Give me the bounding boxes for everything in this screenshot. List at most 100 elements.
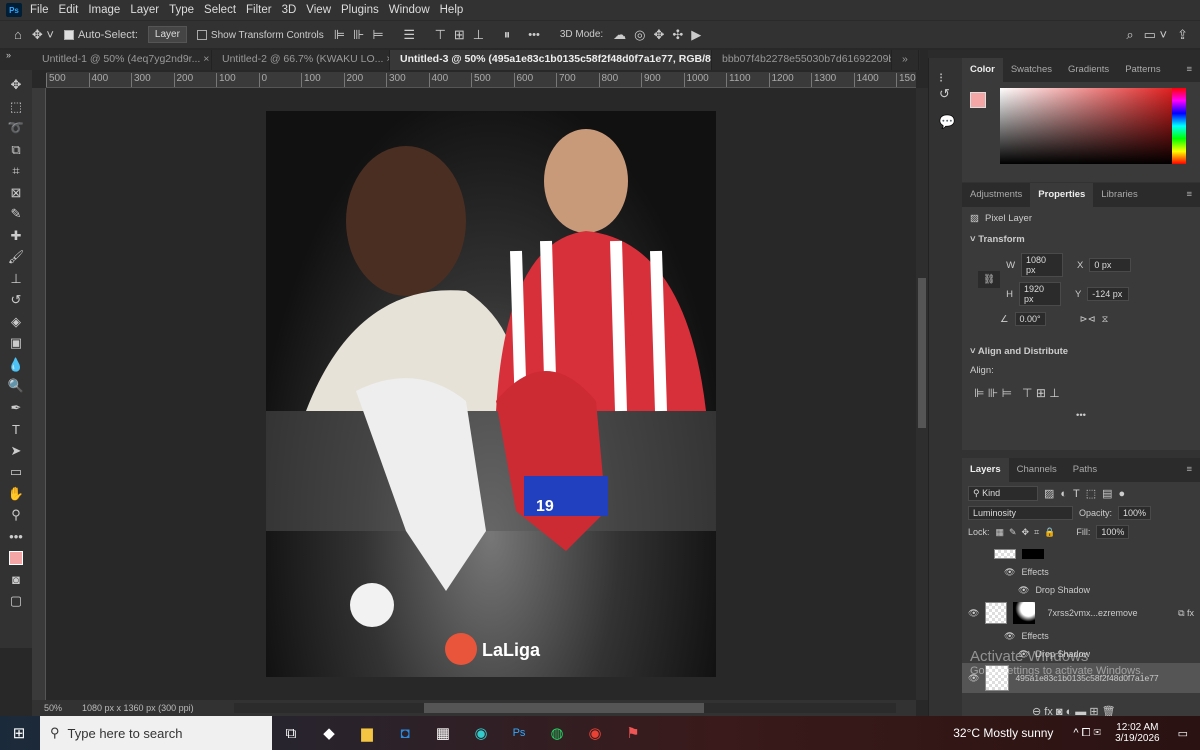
link-icon[interactable]: ⛓ bbox=[978, 271, 1001, 288]
filter-icons[interactable]: ▨◐T⬚▤● bbox=[1044, 487, 1131, 500]
more-align-button[interactable]: ••• bbox=[970, 410, 1192, 421]
tab-untitled-3[interactable]: Untitled-3 @ 50% (495a1e83c1b0135c58f2f4… bbox=[390, 50, 712, 70]
whatsapp-icon[interactable]: ◍ bbox=[538, 716, 576, 750]
height-field[interactable]: 1920 px bbox=[1018, 282, 1061, 306]
tab-bbb07[interactable]: bbb07f4b2278e55030b7d61692209bb0. bbox=[712, 50, 892, 70]
menu-select[interactable]: Select bbox=[204, 4, 236, 16]
flip-vertical-icon[interactable]: ⧖ bbox=[1102, 314, 1109, 325]
taskbar-search[interactable]: ⚲ Type here to search bbox=[40, 716, 272, 750]
x-field[interactable]: 0 px bbox=[1089, 258, 1132, 272]
store-icon[interactable]: ▦ bbox=[424, 716, 462, 750]
document-info[interactable]: 1080 px x 1360 px (300 ppi) bbox=[82, 703, 194, 713]
app-icon[interactable]: ⚑ bbox=[614, 716, 652, 750]
hand-tool-icon[interactable]: ✋ bbox=[5, 485, 27, 504]
zoom-level[interactable]: 50% bbox=[44, 703, 62, 713]
align-section[interactable]: ˅ Align and Distribute bbox=[970, 346, 1192, 357]
tab-untitled-1[interactable]: Untitled-1 @ 50% (4eq7yg2nd9r... × bbox=[32, 50, 212, 70]
crop-tool-icon[interactable]: ⌗ bbox=[5, 162, 27, 181]
menu-layer[interactable]: Layer bbox=[130, 4, 159, 16]
angle-field[interactable]: 0.00° bbox=[1014, 312, 1046, 326]
gradient-tool-icon[interactable]: ▣ bbox=[5, 334, 27, 353]
collapse-toolbar-icon[interactable]: » bbox=[0, 50, 32, 70]
foreground-color[interactable] bbox=[970, 92, 986, 108]
menu-filter[interactable]: Filter bbox=[246, 4, 272, 16]
panel-menu-icon[interactable]: ≡ bbox=[1178, 458, 1200, 482]
comments-icon[interactable]: 💬 bbox=[939, 114, 955, 130]
edge-icon[interactable]: ◉ bbox=[462, 716, 500, 750]
tab-patterns[interactable]: Patterns bbox=[1117, 58, 1168, 82]
task-view-icon[interactable]: ⧉ bbox=[272, 716, 310, 750]
move-tool-icon[interactable]: ✥ bbox=[5, 76, 27, 95]
dodge-tool-icon[interactable]: 🔍 bbox=[5, 377, 27, 396]
eyedropper-tool-icon[interactable]: ✎ bbox=[5, 205, 27, 224]
document-canvas[interactable]: 19 LaLiga bbox=[266, 111, 716, 677]
close-icon[interactable]: × bbox=[203, 53, 209, 65]
transform-section[interactable]: ˅ Transform bbox=[970, 234, 1192, 245]
hue-slider[interactable] bbox=[1172, 88, 1186, 164]
notifications-icon[interactable]: ▭ bbox=[1178, 727, 1188, 740]
tab-paths[interactable]: Paths bbox=[1065, 458, 1105, 482]
path-select-icon[interactable]: ➤ bbox=[5, 442, 27, 461]
workspace-icon[interactable]: ▭ ˅ bbox=[1144, 27, 1168, 43]
rectangle-tool-icon[interactable]: ▭ bbox=[5, 463, 27, 482]
more-tools-icon[interactable]: ••• bbox=[5, 528, 27, 547]
blur-tool-icon[interactable]: 💧 bbox=[5, 356, 27, 375]
history-brush-icon[interactable]: ↺ bbox=[5, 291, 27, 310]
move-tool-icon[interactable]: ✥ ˅ bbox=[32, 27, 54, 43]
visibility-icon[interactable]: 👁 bbox=[968, 608, 979, 619]
history-icon[interactable]: ⁝↺ bbox=[939, 70, 952, 102]
clone-stamp-icon[interactable]: ⊥ bbox=[5, 270, 27, 289]
type-tool-icon[interactable]: T bbox=[5, 420, 27, 439]
tab-channels[interactable]: Channels bbox=[1009, 458, 1065, 482]
show-transform-checkbox[interactable]: Show Transform Controls bbox=[196, 29, 324, 41]
auto-select-checkbox[interactable]: Auto-Select: bbox=[63, 29, 138, 41]
y-field[interactable]: -124 px bbox=[1087, 287, 1130, 301]
panel-menu-icon[interactable]: ≡ bbox=[1178, 58, 1200, 82]
kind-filter[interactable]: ⚲ Kind bbox=[968, 486, 1038, 501]
file-explorer-icon[interactable]: ▆ bbox=[348, 716, 386, 750]
menu-3d[interactable]: 3D bbox=[282, 4, 297, 16]
align-buttons[interactable]: ⊫ ⊪ ⊨ ⊤ ⊞ ⊥ bbox=[974, 386, 1188, 400]
auto-select-dropdown[interactable]: Layer bbox=[147, 26, 187, 43]
chrome-icon[interactable]: ◉ bbox=[576, 716, 614, 750]
lasso-tool-icon[interactable]: ➰ bbox=[5, 119, 27, 138]
opacity-field[interactable]: 100% bbox=[1118, 506, 1152, 520]
tab-libraries[interactable]: Libraries bbox=[1093, 183, 1145, 207]
frame-tool-icon[interactable]: ⊠ bbox=[5, 184, 27, 203]
align-icons[interactable]: ⊫⊪⊨ ☰ ⊤⊞⊥ ⏸ bbox=[334, 27, 519, 43]
share-icon[interactable]: ⇪ bbox=[1177, 27, 1188, 43]
pen-tool-icon[interactable]: ✒ bbox=[5, 399, 27, 418]
clock[interactable]: 12:02 AM 3/19/2026 bbox=[1115, 722, 1160, 744]
menu-plugins[interactable]: Plugins bbox=[341, 4, 379, 16]
menu-window[interactable]: Window bbox=[389, 4, 430, 16]
layer-item[interactable]: 👁 Effects 👁 Drop Shadow bbox=[968, 545, 1194, 599]
photoshop-taskbar-icon[interactable]: Ps bbox=[500, 716, 538, 750]
zoom-tool-icon[interactable]: ⚲ bbox=[5, 506, 27, 525]
windows-start-icon[interactable]: ⊞ bbox=[0, 716, 38, 750]
flip-horizontal-icon[interactable]: ⊳⊲ bbox=[1080, 314, 1096, 325]
menu-file[interactable]: File bbox=[30, 4, 49, 16]
tab-gradients[interactable]: Gradients bbox=[1060, 58, 1117, 82]
menu-type[interactable]: Type bbox=[169, 4, 194, 16]
weather-widget[interactable]: 32°C Mostly sunny bbox=[953, 726, 1053, 740]
width-field[interactable]: 1080 px bbox=[1021, 253, 1064, 277]
quick-mask-icon[interactable]: ◙ bbox=[5, 571, 27, 590]
tray-icons[interactable]: ^ ⧠ ✉ bbox=[1073, 727, 1101, 740]
more-tabs-icon[interactable]: » bbox=[892, 50, 919, 70]
eraser-tool-icon[interactable]: ◈ bbox=[5, 313, 27, 332]
tab-color[interactable]: Color bbox=[962, 58, 1003, 82]
more-options-button[interactable]: ••• bbox=[528, 29, 540, 41]
tab-untitled-2[interactable]: Untitled-2 @ 66.7% (KWAKU LO... × bbox=[212, 50, 390, 70]
search-icon[interactable]: ⌕ bbox=[1126, 27, 1133, 43]
tab-properties[interactable]: Properties bbox=[1030, 183, 1094, 207]
object-select-tool-icon[interactable]: ⧉ bbox=[5, 141, 27, 160]
lock-icons[interactable]: ▦✎✥⌗🔒 bbox=[996, 527, 1061, 538]
screen-mode-icon[interactable]: ▢ bbox=[5, 592, 27, 611]
copilot-icon[interactable]: ◆ bbox=[310, 716, 348, 750]
tab-adjustments[interactable]: Adjustments bbox=[962, 183, 1030, 207]
healing-brush-icon[interactable]: ✚ bbox=[5, 227, 27, 246]
color-picker-field[interactable] bbox=[1000, 88, 1172, 164]
horizontal-scrollbar[interactable] bbox=[233, 703, 896, 713]
marquee-tool-icon[interactable]: ⬚ bbox=[5, 98, 27, 117]
fill-field[interactable]: 100% bbox=[1096, 525, 1130, 539]
